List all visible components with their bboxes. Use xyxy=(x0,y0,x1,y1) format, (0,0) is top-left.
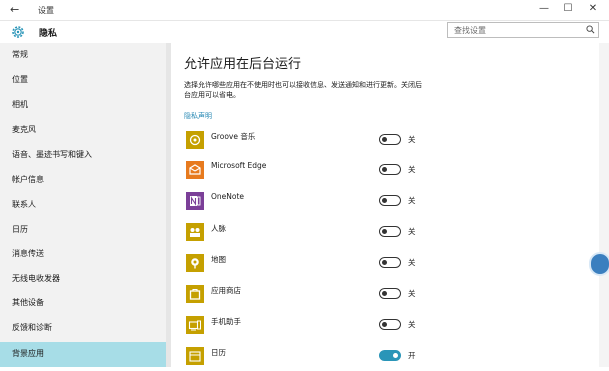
gear-icon xyxy=(12,26,24,38)
app-name: OneNote xyxy=(211,192,245,201)
window-title: 设置 xyxy=(38,6,54,15)
search-icon[interactable] xyxy=(586,25,595,34)
section-heading: 允许应用在后台运行 xyxy=(184,57,302,72)
background-toggle-edge[interactable] xyxy=(379,164,401,175)
sidebar-item-messaging[interactable]: 消息传送 xyxy=(0,242,166,266)
app-name: 人脉 xyxy=(211,224,226,233)
sidebar-item-background-apps[interactable]: 背景应用 xyxy=(0,342,166,367)
page-title: 隐私 xyxy=(39,29,58,39)
floating-assistant-icon[interactable] xyxy=(589,252,609,276)
app-row-calendar: 日历 开 xyxy=(184,345,604,371)
app-name: 应用商店 xyxy=(211,286,241,295)
settings-header: 隐私 查找设置 xyxy=(0,21,609,43)
toggle-state: 关 xyxy=(408,196,416,205)
app-name: Groove 音乐 xyxy=(211,132,256,141)
toggle-state: 关 xyxy=(408,165,416,174)
app-row-onenote: OneNote 关 xyxy=(184,190,604,216)
app-name: Microsoft Edge xyxy=(211,161,267,170)
background-toggle-people[interactable] xyxy=(379,226,401,237)
calendar-icon xyxy=(186,347,204,365)
background-toggle-store[interactable] xyxy=(379,288,401,299)
toggle-state: 关 xyxy=(408,227,416,236)
title-bar: ← 设置 — ☐ ✕ xyxy=(0,0,609,21)
groove-music-icon xyxy=(186,131,204,149)
app-row-store: 应用商店 关 xyxy=(184,283,604,309)
back-button[interactable]: ← xyxy=(10,3,19,16)
sidebar: 常规 位置 相机 麦克风 语音、墨迹书写和键入 帐户信息 联系人 日历 消息传送… xyxy=(0,43,166,367)
toggle-state: 关 xyxy=(408,258,416,267)
sidebar-item-microphone[interactable]: 麦克风 xyxy=(0,118,166,142)
toggle-state: 关 xyxy=(408,320,416,329)
app-row-edge: Microsoft Edge 关 xyxy=(184,159,604,185)
content-scrollbar[interactable] xyxy=(599,43,609,367)
app-row-groove: Groove 音乐 关 xyxy=(184,129,604,155)
minimize-button[interactable]: — xyxy=(533,3,555,14)
app-name: 手机助手 xyxy=(211,317,241,326)
search-input[interactable]: 查找设置 xyxy=(447,22,599,38)
sidebar-item-feedback[interactable]: 反馈和诊断 xyxy=(0,316,166,340)
app-name: 日历 xyxy=(211,348,226,357)
background-toggle-groove[interactable] xyxy=(379,134,401,145)
maximize-button[interactable]: ☐ xyxy=(557,3,579,14)
sidebar-item-account-info[interactable]: 帐户信息 xyxy=(0,168,166,192)
toggle-state: 关 xyxy=(408,135,416,144)
sidebar-scrollbar[interactable] xyxy=(166,43,171,367)
background-toggle-phone-companion[interactable] xyxy=(379,319,401,330)
sidebar-item-speech[interactable]: 语音、墨迹书写和键入 xyxy=(0,143,166,167)
onenote-icon xyxy=(186,192,204,210)
app-row-people: 人脉 关 xyxy=(184,221,604,247)
sidebar-item-radios[interactable]: 无线电收发器 xyxy=(0,267,166,291)
background-toggle-calendar[interactable] xyxy=(379,350,401,361)
main-content: 允许应用在后台运行 选择允许哪些应用在不使用时也可以接收信息、发送通知和进行更新… xyxy=(172,43,609,367)
toggle-state: 开 xyxy=(408,351,416,360)
maps-icon xyxy=(186,254,204,272)
background-toggle-onenote[interactable] xyxy=(379,195,401,206)
phone-companion-icon xyxy=(186,316,204,334)
sidebar-item-other-devices[interactable]: 其他设备 xyxy=(0,291,166,315)
toggle-state: 关 xyxy=(408,289,416,298)
background-toggle-maps[interactable] xyxy=(379,257,401,268)
app-row-phone-companion: 手机助手 关 xyxy=(184,314,604,340)
sidebar-item-general[interactable]: 常规 xyxy=(0,43,166,67)
sidebar-item-location[interactable]: 位置 xyxy=(0,68,166,92)
privacy-statement-link[interactable]: 隐私声明 xyxy=(184,111,212,121)
people-icon xyxy=(186,223,204,241)
sidebar-item-camera[interactable]: 相机 xyxy=(0,93,166,117)
search-placeholder: 查找设置 xyxy=(454,26,486,35)
edge-icon xyxy=(186,161,204,179)
app-row-maps: 地图 关 xyxy=(184,252,604,278)
sidebar-item-calendar[interactable]: 日历 xyxy=(0,218,166,242)
store-icon xyxy=(186,285,204,303)
sidebar-item-contacts[interactable]: 联系人 xyxy=(0,193,166,217)
section-description: 选择允许哪些应用在不使用时也可以接收信息、发送通知和进行更新。关闭后台应用可以省… xyxy=(184,81,422,99)
app-name: 地图 xyxy=(211,255,226,264)
close-button[interactable]: ✕ xyxy=(582,3,604,14)
